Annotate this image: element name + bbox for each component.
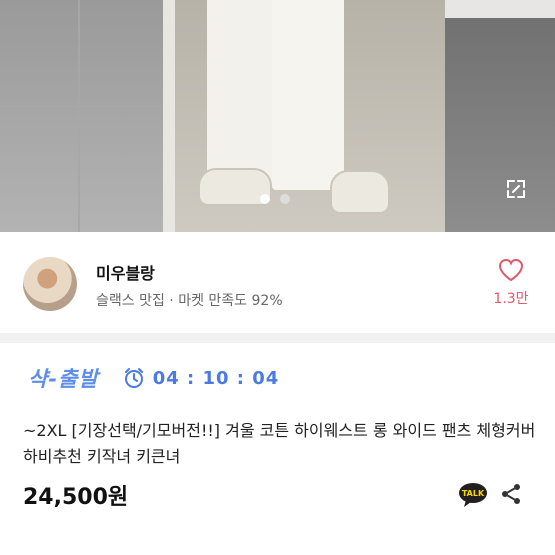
countdown-timer: 04 : 10 : 04 [123,367,280,389]
photo-shelf [440,0,555,18]
like-count: 1.3만 [493,291,529,307]
countdown-value: 04 : 10 : 04 [152,367,280,389]
alarm-clock-icon [124,368,143,388]
product-title: ~2XL [기장선택/기모버전!!] 겨울 코튼 하이웨스트 롱 와이드 팬츠 … [23,421,536,466]
image-pager [260,194,290,204]
talk-icon[interactable]: TALK [458,482,488,508]
product-price: 24,500원 [23,485,129,510]
pager-dot[interactable] [280,194,290,204]
heart-icon [498,258,524,282]
photo-pants-right-leg [272,0,344,190]
flash-deal-badge: 샥-출발 [28,367,99,391]
section-divider [0,333,555,343]
seller-section[interactable]: 미우블랑 슬랙스 맛집 · 마켓 만족도 92% 1.3만 [0,232,555,332]
photo-mirror-frame [163,0,175,232]
talk-icon-label: TALK [462,489,485,498]
flash-deal-row: 샥-출발 04 : 10 : 04 [28,362,279,394]
product-image-gallery[interactable] [0,0,555,232]
pager-dot-active[interactable] [260,194,270,204]
share-icon[interactable] [499,482,523,506]
seller-name[interactable]: 미우블랑 [96,260,155,284]
like-button[interactable]: 1.3만 [486,258,536,308]
seller-meta: 슬랙스 맛집 · 마켓 만족도 92% [96,293,283,309]
expand-icon[interactable] [505,178,527,200]
photo-shoe-right [330,170,390,214]
photo-floor-left [0,0,170,232]
photo-pants-left-leg [207,0,277,185]
avatar[interactable] [23,257,77,311]
